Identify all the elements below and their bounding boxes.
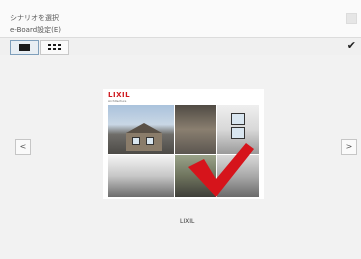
view-toolbar: ✔ <box>0 37 361 56</box>
scenario-select-label[interactable]: シナリオを選択 <box>10 14 59 22</box>
single-view-button[interactable] <box>10 40 39 55</box>
photo-house-exterior <box>108 105 174 154</box>
top-bar: シナリオを選択 e-Board設定(E) <box>0 0 361 37</box>
card-caption: LIXIL <box>180 218 195 225</box>
window-control[interactable] <box>346 13 357 24</box>
logo-subtitle: Architecture <box>108 99 127 103</box>
house-roof <box>126 123 162 133</box>
single-view-icon <box>19 44 30 51</box>
scenario-card[interactable]: LIXIL Architecture <box>103 89 264 199</box>
preview-stage: < > LIXIL Architecture LIXIL <box>0 55 361 259</box>
next-button[interactable]: > <box>341 139 357 155</box>
photo-carport <box>108 155 174 197</box>
eboard-settings-menu[interactable]: e-Board設定(E) <box>10 26 61 34</box>
selected-check-icon <box>188 143 254 197</box>
check-icon[interactable]: ✔ <box>347 39 356 53</box>
grid-view-button[interactable] <box>40 40 69 55</box>
prev-button[interactable]: < <box>15 139 31 155</box>
lixil-logo: LIXIL <box>108 91 131 99</box>
